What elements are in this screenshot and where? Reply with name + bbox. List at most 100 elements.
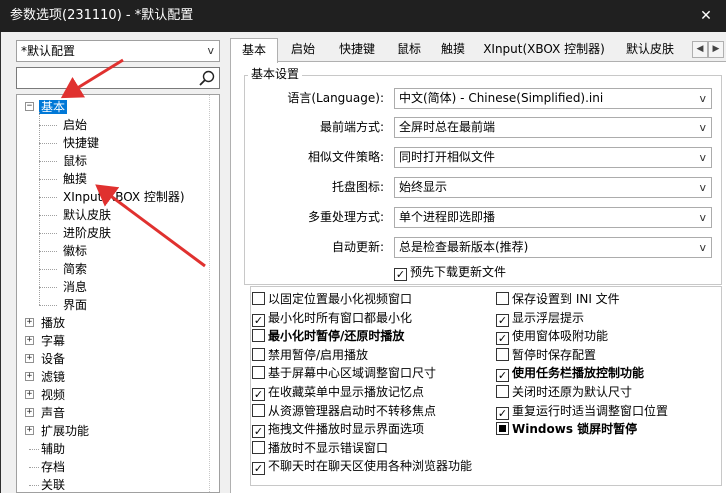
field-select[interactable]: 全屏时总在最前端 v (394, 117, 712, 138)
option-checkbox[interactable]: 从资源管理器启动时不转移焦点 (252, 402, 436, 420)
field-select-value: 中文(简体) - Chinese(Simplified).ini (399, 91, 604, 105)
tree-item-label: 滤镜 (41, 370, 66, 384)
tree-item-child[interactable]: 界面 (61, 296, 89, 314)
tree-scrollbar[interactable] (209, 95, 219, 492)
plus-box-icon[interactable]: + (25, 336, 34, 345)
option-checkbox[interactable]: ✓ 使用任务栏播放控制功能 (496, 364, 644, 383)
tree-item-leaf[interactable]: 关联 (39, 476, 67, 492)
tree-item-label: XInput(XBOX 控制器) (63, 190, 185, 204)
tree-item-group[interactable]: 设备 (39, 350, 67, 368)
option-label: 在收藏菜单中显示播放记忆点 (268, 385, 425, 399)
tab-3[interactable]: 鼠标 (388, 38, 430, 62)
tree-connector (29, 485, 39, 486)
predownload-checkbox[interactable]: ✓ 预先下载更新文件 (394, 263, 506, 281)
tree-item-group[interactable]: 播放 (39, 314, 67, 332)
tree-item-child[interactable]: 鼠标 (61, 152, 89, 170)
option-label: 播放时不显示错误窗口 (268, 440, 389, 455)
tree-item-child[interactable]: 触摸 (61, 170, 89, 188)
tree-item-child[interactable]: 徽标 (61, 242, 89, 260)
checkbox-icon: ✓ (252, 313, 265, 327)
tree-item-group[interactable]: 声音 (39, 404, 67, 422)
tree-item-child[interactable]: 启始 (61, 116, 89, 134)
option-label: 保存设置到 INI 文件 (512, 292, 620, 306)
plus-box-icon[interactable]: + (25, 390, 34, 399)
option-checkbox[interactable]: 暂停时保存配置 (496, 346, 596, 364)
tree-connector (39, 161, 57, 162)
tree-item-child[interactable]: 消息 (61, 278, 89, 296)
field-select[interactable]: 总是检查最新版本(推荐) v (394, 237, 712, 258)
tab-5[interactable]: XInput(XBOX 控制器) (476, 38, 612, 62)
tree-connector (39, 143, 57, 144)
option-checkbox[interactable]: ✓ 最小化时所有窗口都最小化 (252, 309, 412, 327)
option-checkbox[interactable]: 播放时不显示错误窗口 (252, 439, 388, 457)
close-icon[interactable]: ✕ (686, 0, 726, 32)
checkbox-icon (496, 422, 509, 436)
tree-item-leaf[interactable]: 存档 (39, 458, 67, 476)
tab-scroll-left-icon[interactable]: ◀ (692, 41, 708, 58)
plus-box-icon[interactable]: + (25, 354, 34, 363)
tab-scroll-right-icon[interactable]: ▶ (708, 41, 724, 58)
field-select[interactable]: 始终显示 v (394, 177, 712, 198)
collapse-icon[interactable]: − (25, 102, 34, 111)
tree-item-label: 字幕 (41, 334, 66, 348)
tab-0[interactable]: 基本 (230, 38, 278, 63)
plus-box-icon[interactable]: + (25, 426, 34, 435)
tree-item-child[interactable]: 快捷键 (61, 134, 101, 152)
option-checkbox[interactable]: Windows 锁屏时暂停 (496, 420, 637, 438)
tree-item-child[interactable]: 默认皮肤 (61, 206, 113, 224)
tree-item-basic[interactable]: 基本 (39, 98, 68, 116)
profile-select[interactable]: *默认配置 v (16, 40, 220, 62)
option-checkbox[interactable]: ✓ 拖拽文件播放时显示界面选项 (252, 420, 425, 439)
field-select[interactable]: 同时打开相似文件 v (394, 147, 712, 168)
plus-box-icon[interactable]: + (25, 372, 34, 381)
option-checkbox[interactable]: 关闭时还原为默认尺寸 (496, 383, 632, 401)
option-checkbox[interactable]: 禁用暂停/启用播放 (252, 346, 368, 364)
tree-item-child[interactable]: XInput(XBOX 控制器) (61, 188, 187, 206)
option-label: 使用窗体吸附功能 (512, 329, 609, 344)
tree-item-group[interactable]: 扩展功能 (39, 422, 91, 440)
tree-connector (39, 269, 57, 270)
tab-6[interactable]: 默认皮肤 (614, 38, 686, 62)
tree-item-label: 视频 (41, 388, 66, 402)
option-checkbox[interactable]: ✓ 重复运行时适当调整窗口位置 (496, 402, 668, 420)
tree-item-group[interactable]: 字幕 (39, 332, 67, 350)
field-label: 多重处理方式: (307, 210, 384, 224)
predownload-label: 预先下载更新文件 (410, 265, 507, 279)
option-checkbox[interactable]: ✓ 在收藏菜单中显示播放记忆点 (252, 383, 424, 401)
tree-item-group[interactable]: 视频 (39, 386, 67, 404)
plus-box-icon[interactable]: + (25, 318, 34, 327)
tree-item-label: 基本 (39, 100, 68, 114)
tab-2[interactable]: 快捷键 (328, 38, 386, 62)
option-checkbox[interactable]: 最小化时暂停/还原时播放 (252, 327, 404, 345)
tree-item-child[interactable]: 简索 (61, 260, 89, 278)
settings-tree[interactable]: − 基本启始快捷键 鼠标 触摸 XInput(XBOX 控制器) 默认皮肤进阶皮肤徽标 简索… (16, 94, 220, 493)
checkbox-icon: ✓ (496, 332, 509, 346)
tree-item-child[interactable]: 进阶皮肤 (61, 224, 113, 242)
field-select[interactable]: 单个进程即选即播 v (394, 207, 712, 228)
tree-item-label: 进阶皮肤 (63, 226, 112, 240)
option-label: 不聊天时在聊天区使用各种浏览器功能 (268, 459, 473, 474)
search-icon[interactable] (198, 69, 216, 87)
option-checkbox[interactable]: 基于屏幕中心区域调整窗口尺寸 (252, 364, 436, 382)
field-select[interactable]: 中文(简体) - Chinese(Simplified).ini v (394, 88, 712, 109)
tree-item-label: 关联 (41, 478, 66, 492)
tree-item-group[interactable]: 滤镜 (39, 368, 67, 386)
option-label: 拖拽文件播放时显示界面选项 (268, 422, 425, 437)
tree-item-leaf[interactable]: 辅助 (39, 440, 67, 458)
option-checkbox[interactable]: ✓ 使用窗体吸附功能 (496, 327, 609, 346)
option-checkbox[interactable]: 以固定位置最小化视频窗口 (252, 290, 412, 308)
option-checkbox[interactable]: ✓ 显示浮层提示 (496, 309, 584, 327)
option-label: 关闭时还原为默认尺寸 (512, 385, 633, 399)
plus-box-icon[interactable]: + (25, 408, 34, 417)
tree-connector (39, 233, 57, 234)
tree-item-label: 启始 (63, 118, 88, 132)
option-checkbox[interactable]: 保存设置到 INI 文件 (496, 290, 620, 308)
tab-4[interactable]: 触摸 (432, 38, 474, 62)
option-checkbox[interactable]: ✓ 不聊天时在聊天区使用各种浏览器功能 (252, 457, 473, 476)
option-label: 禁用暂停/启用播放 (268, 347, 369, 362)
tree-connector (39, 197, 57, 198)
tab-1[interactable]: 启始 (280, 38, 326, 62)
chevron-down-icon: v (699, 181, 706, 194)
tree-item-label: 辅助 (41, 442, 66, 456)
search-input[interactable] (16, 67, 220, 89)
